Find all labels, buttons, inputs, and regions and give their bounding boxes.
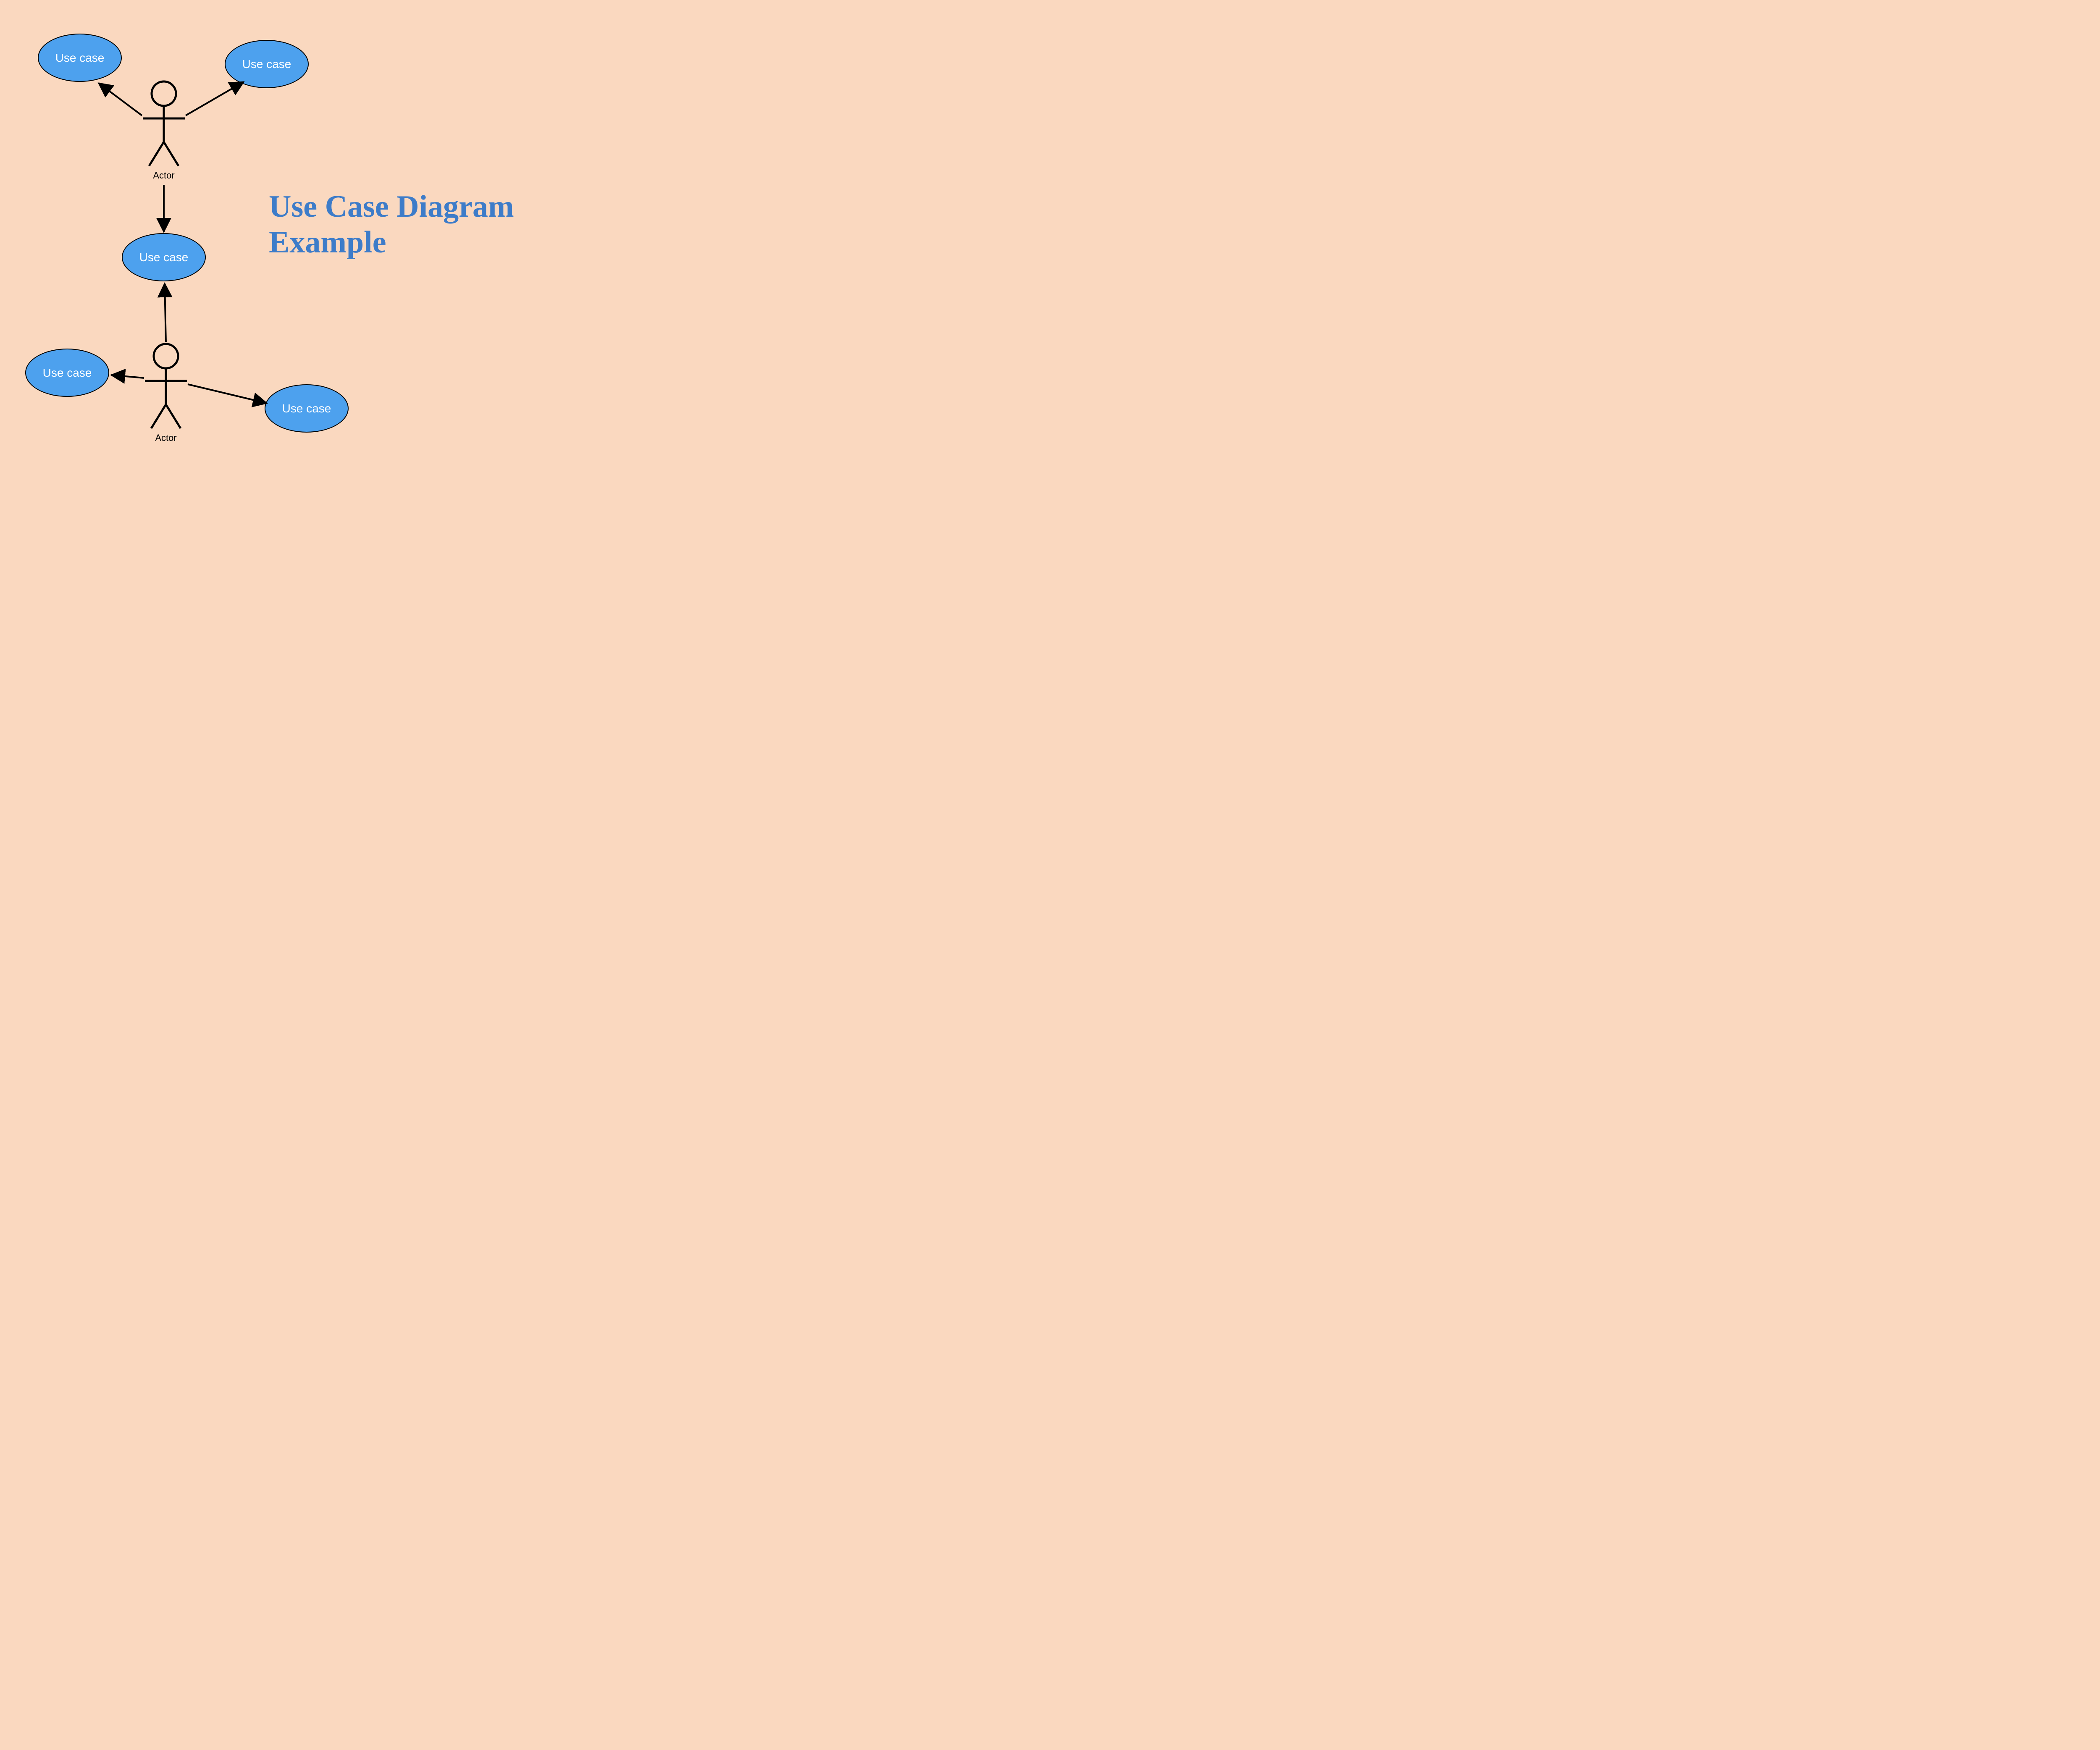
usecase-label: Use case [139, 251, 189, 264]
connector-a1-uc1 [99, 83, 142, 115]
connector-a2-uc3 [165, 283, 166, 342]
connector-a1-uc2 [186, 82, 244, 115]
diagram-title: Use Case Diagram Example [269, 189, 613, 260]
usecase-label: Use case [242, 58, 291, 71]
actor-label-top: Actor [143, 170, 185, 181]
actor-bottom[interactable] [145, 344, 187, 428]
connector-a2-uc5 [188, 384, 267, 403]
usecase-bottom-right[interactable]: Use case [265, 384, 349, 433]
actor-label-bottom: Actor [145, 433, 187, 443]
usecase-label: Use case [43, 366, 92, 380]
usecase-label: Use case [282, 402, 331, 415]
usecase-middle[interactable]: Use case [122, 233, 206, 281]
usecase-top-left[interactable]: Use case [38, 34, 122, 82]
usecase-bottom-left[interactable]: Use case [25, 349, 109, 397]
diagram-canvas: Use Case Diagram Example Use case Use ca… [0, 0, 635, 467]
actor-top[interactable] [143, 81, 185, 166]
usecase-label: Use case [55, 51, 105, 65]
connector-a2-uc4 [111, 375, 144, 378]
usecase-top-right[interactable]: Use case [225, 40, 309, 88]
